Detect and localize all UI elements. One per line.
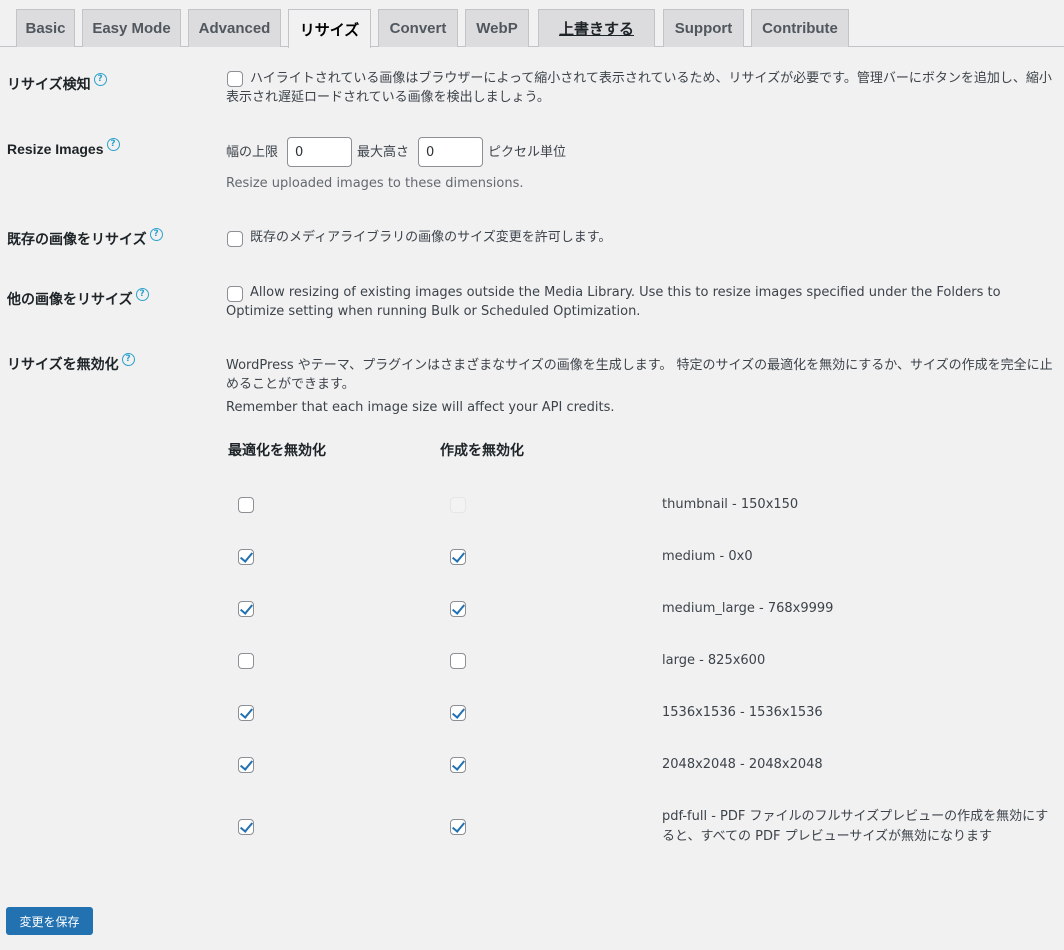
tab-overwrite[interactable]: 上書きする bbox=[538, 9, 655, 47]
image-size-label: large - 825x600 bbox=[662, 653, 766, 668]
disable-optimize-checkbox[interactable] bbox=[238, 705, 254, 721]
disable-create-checkbox bbox=[450, 497, 466, 513]
tab-webp[interactable]: WebP bbox=[465, 9, 529, 47]
image-size-label: thumbnail - 150x150 bbox=[662, 497, 799, 512]
resize-detection-label: リサイズ検知? bbox=[7, 72, 107, 94]
tab-advanced[interactable]: Advanced bbox=[188, 9, 281, 47]
tab-label: Advanced bbox=[198, 20, 271, 37]
help-icon[interactable]: ? bbox=[135, 287, 149, 301]
tab-label: Support bbox=[674, 20, 733, 37]
disable-optimize-checkbox[interactable] bbox=[238, 653, 254, 669]
label-text: Resize Images bbox=[7, 141, 104, 157]
help-icon[interactable]: ? bbox=[106, 137, 120, 151]
resize-images-label: Resize Images? bbox=[7, 137, 120, 157]
disable-optimize-checkbox[interactable] bbox=[238, 601, 254, 617]
resize-detection-description: ハイライトされている画像はブラウザーによって縮小されて表示されているため、リサイ… bbox=[226, 71, 1052, 105]
settings-tabs: Basic Easy Mode Advanced リサイズ Convert We… bbox=[0, 0, 1064, 48]
disable-create-checkbox[interactable] bbox=[450, 653, 466, 669]
image-size-label: medium_large - 768x9999 bbox=[662, 601, 834, 616]
tab-support[interactable]: Support bbox=[663, 9, 744, 47]
max-height-label: 最大高さ bbox=[357, 145, 410, 160]
resize-images-description: Resize uploaded images to these dimensio… bbox=[226, 176, 524, 191]
tab-easy-mode[interactable]: Easy Mode bbox=[82, 9, 181, 47]
disable-optimization-header: 最適化を無効化 bbox=[228, 442, 326, 458]
tab-label: Basic bbox=[25, 20, 66, 37]
label-text: 他の画像をリサイズ bbox=[7, 291, 133, 307]
tab-label: 上書きする bbox=[558, 21, 634, 38]
disable-optimize-checkbox[interactable] bbox=[238, 819, 254, 835]
label-text: リサイズ検知 bbox=[7, 76, 91, 92]
image-size-label: pdf-full - PDF ファイルのフルサイズプレビューの作成を無効にすると… bbox=[662, 809, 1049, 844]
max-width-label: 幅の上限 bbox=[226, 145, 279, 160]
image-size-label: medium - 0x0 bbox=[662, 549, 753, 564]
tab-convert[interactable]: Convert bbox=[378, 9, 458, 47]
disable-optimize-checkbox[interactable] bbox=[238, 497, 254, 513]
disable-optimize-checkbox[interactable] bbox=[238, 757, 254, 773]
save-changes-button[interactable]: 変更を保存 bbox=[6, 907, 93, 935]
tab-label: リサイズ bbox=[299, 21, 360, 39]
disable-create-checkbox[interactable] bbox=[450, 549, 466, 565]
disable-resizes-label: リサイズを無効化? bbox=[7, 352, 135, 374]
tab-label: Contribute bbox=[762, 20, 838, 37]
disable-optimize-checkbox[interactable] bbox=[238, 549, 254, 565]
tab-label: WebP bbox=[476, 20, 518, 37]
help-icon[interactable]: ? bbox=[149, 227, 163, 241]
resize-other-label: 他の画像をリサイズ? bbox=[7, 287, 149, 309]
disable-create-checkbox[interactable] bbox=[450, 601, 466, 617]
disable-create-checkbox[interactable] bbox=[450, 819, 466, 835]
max-height-input[interactable] bbox=[418, 137, 483, 167]
resize-existing-label: 既存の画像をリサイズ? bbox=[7, 227, 163, 249]
label-text: リサイズを無効化 bbox=[7, 356, 119, 372]
pixel-unit-label: ピクセル単位 bbox=[488, 145, 567, 160]
tab-basic[interactable]: Basic bbox=[16, 9, 75, 47]
max-width-input[interactable] bbox=[287, 137, 352, 167]
resize-other-description: Allow resizing of existing images outsid… bbox=[226, 285, 1001, 319]
tab-resize[interactable]: リサイズ bbox=[288, 9, 371, 48]
resize-existing-checkbox[interactable] bbox=[227, 231, 243, 247]
image-size-label: 1536x1536 - 1536x1536 bbox=[662, 705, 823, 720]
help-icon[interactable]: ? bbox=[93, 72, 107, 86]
api-credits-note: Remember that each image size will affec… bbox=[226, 400, 615, 415]
disable-create-checkbox[interactable] bbox=[450, 757, 466, 773]
disable-creation-header: 作成を無効化 bbox=[440, 442, 524, 458]
disable-resizes-intro: WordPress やテーマ、プラグインはさまざまなサイズの画像を生成します。 … bbox=[226, 358, 1053, 392]
tab-label: Easy Mode bbox=[92, 20, 171, 37]
disable-create-checkbox[interactable] bbox=[450, 705, 466, 721]
image-size-label: 2048x2048 - 2048x2048 bbox=[662, 757, 823, 772]
label-text: 既存の画像をリサイズ bbox=[7, 231, 147, 247]
help-icon[interactable]: ? bbox=[121, 352, 135, 366]
tab-contribute[interactable]: Contribute bbox=[751, 9, 849, 47]
tab-label: Convert bbox=[389, 20, 447, 37]
resize-existing-description: 既存のメディアライブラリの画像のサイズ変更を許可します。 bbox=[250, 230, 612, 245]
